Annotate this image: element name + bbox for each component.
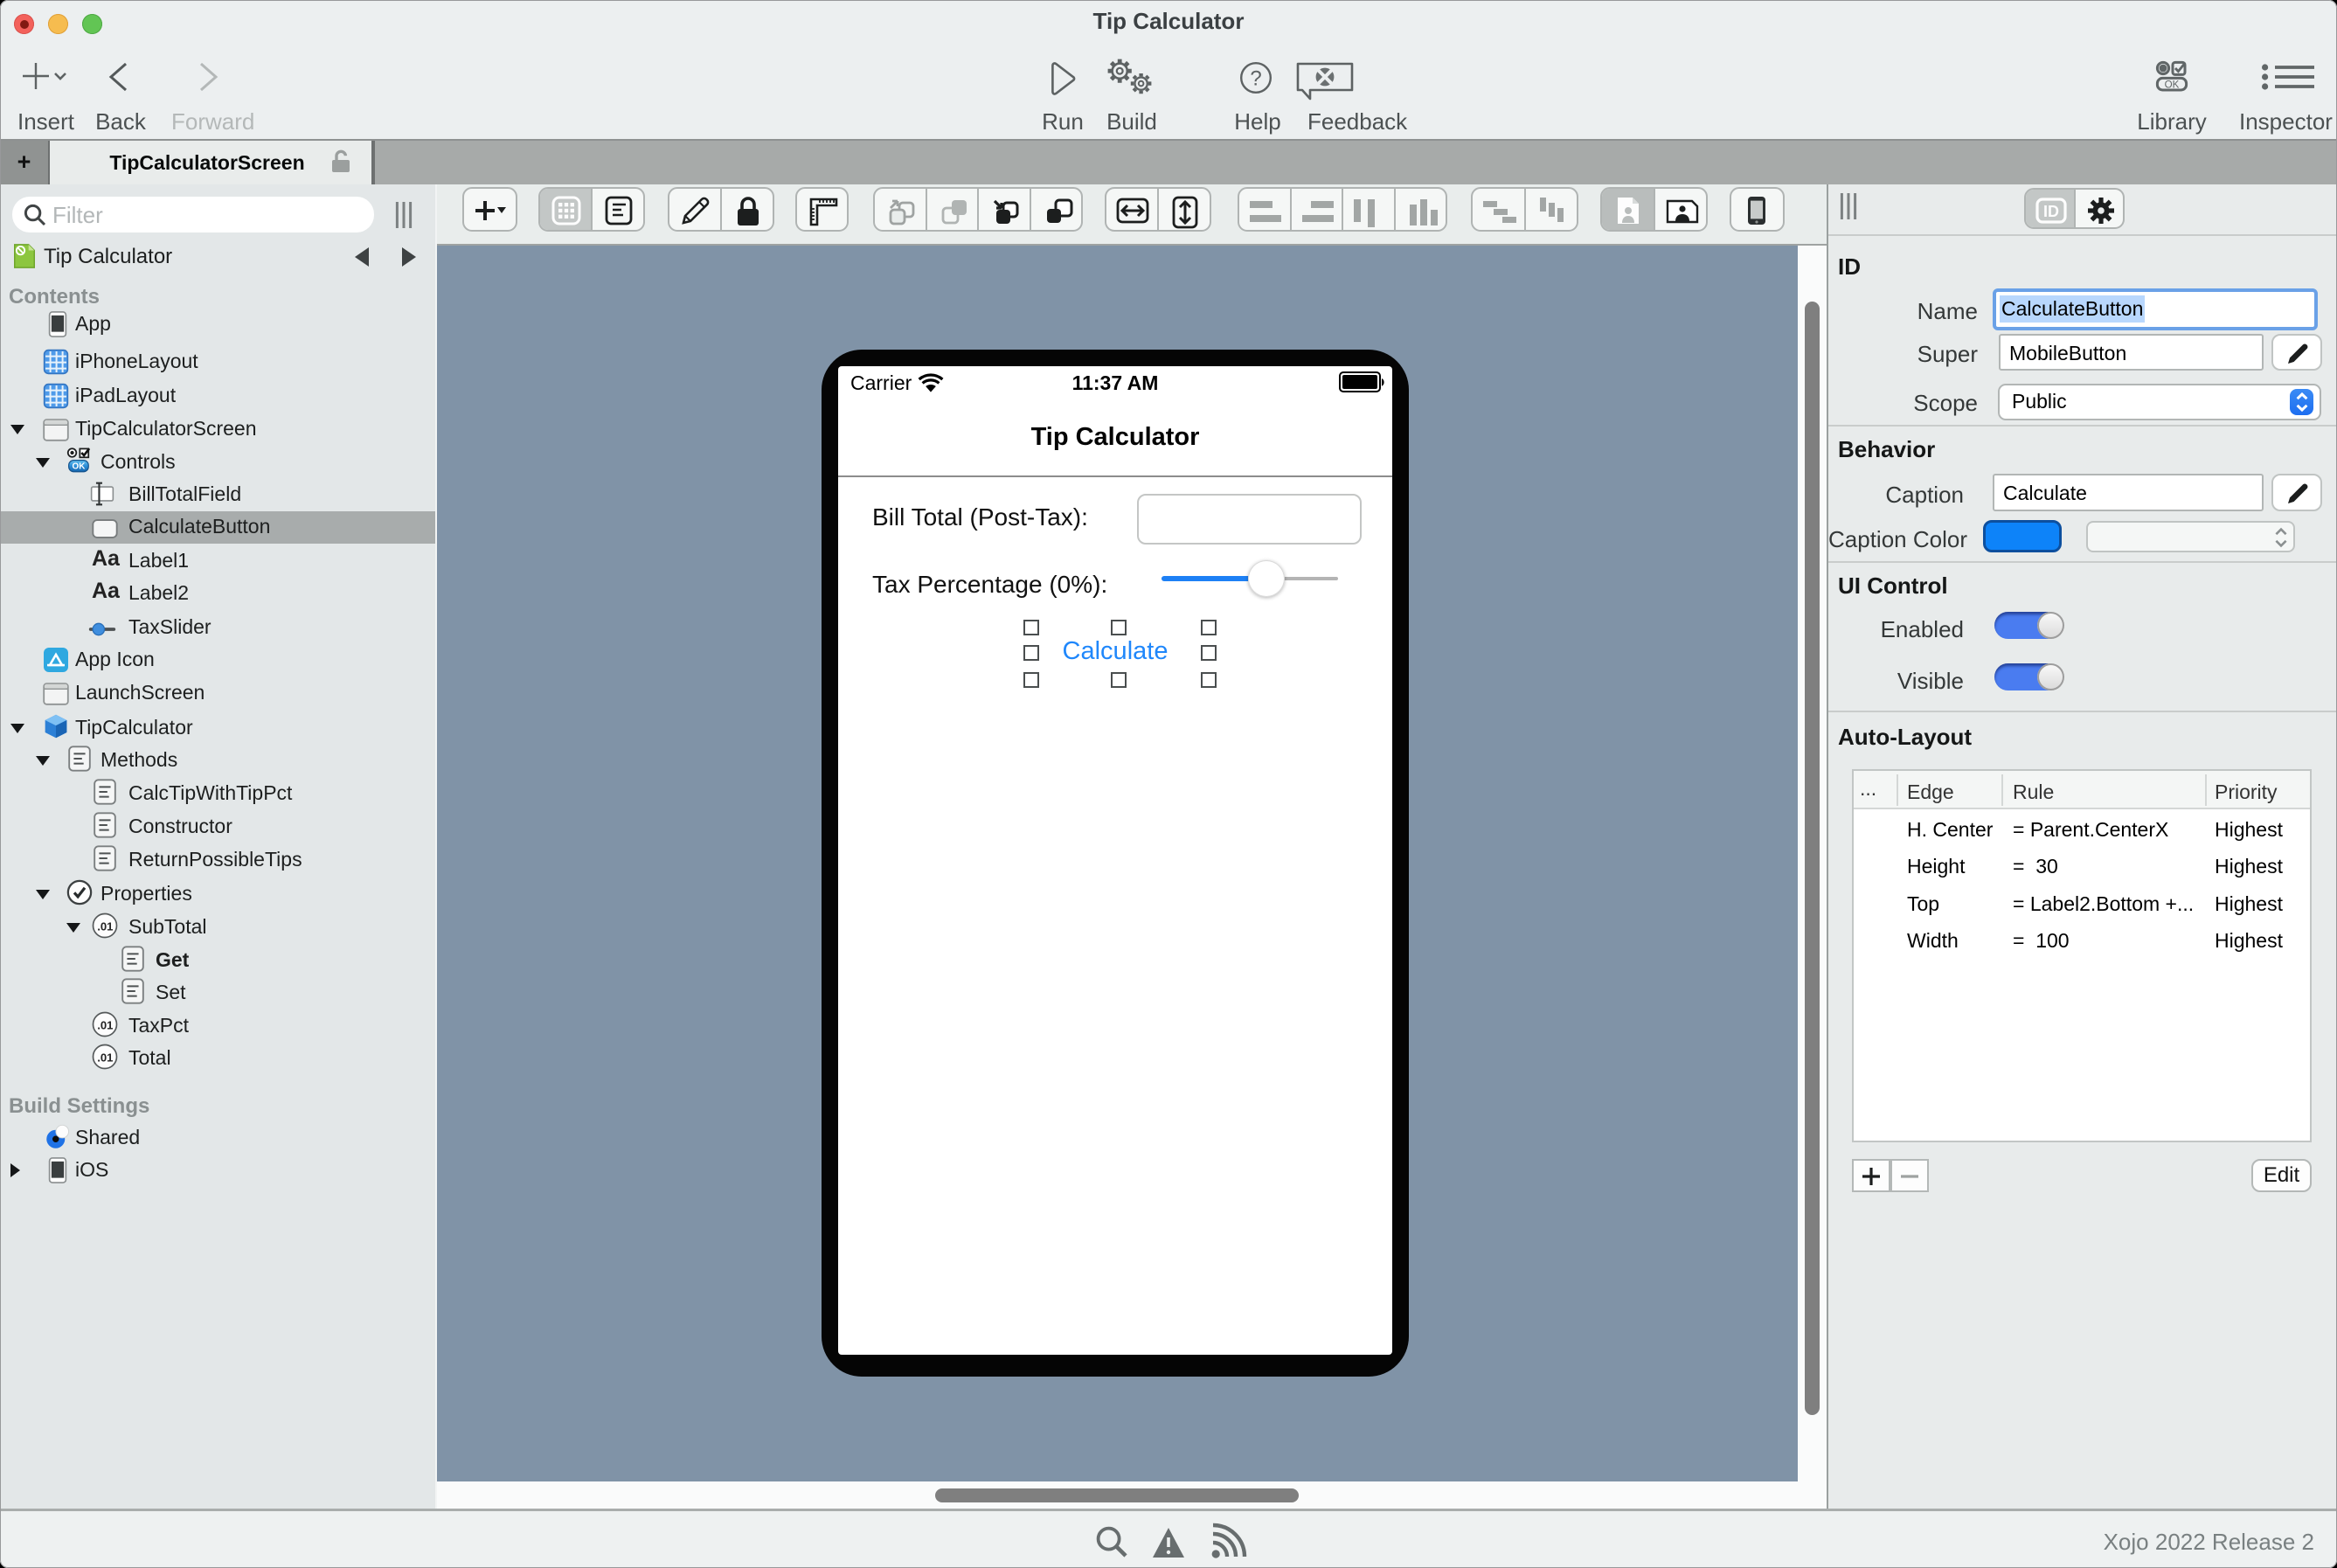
svg-text:ID: ID — [2043, 203, 2059, 220]
svg-text:.01: .01 — [97, 919, 113, 933]
svg-text:.01: .01 — [97, 1018, 113, 1031]
svg-text:.01: .01 — [97, 1051, 113, 1064]
svg-text:?: ? — [1250, 67, 1261, 91]
svg-text:OK: OK — [73, 462, 87, 472]
svg-text:OK: OK — [2165, 80, 2180, 91]
